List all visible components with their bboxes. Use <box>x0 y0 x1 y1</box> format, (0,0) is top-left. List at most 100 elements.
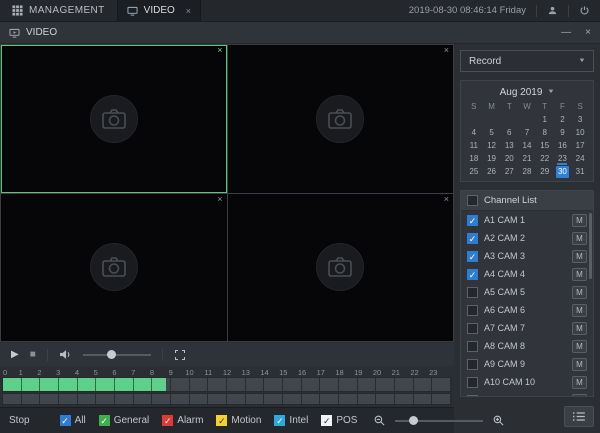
filter-checkbox[interactable]: ✓ <box>162 415 173 426</box>
timeline-cell[interactable] <box>22 378 41 391</box>
video-pane-4[interactable]: × <box>228 194 454 342</box>
tab-management[interactable]: MANAGEMENT <box>0 0 117 21</box>
channel-monitor-button[interactable]: M <box>572 232 587 245</box>
timeline-cell[interactable] <box>376 394 395 404</box>
timeline-cell[interactable] <box>115 378 134 391</box>
tab-close-icon[interactable]: × <box>186 6 191 16</box>
channel-row-4[interactable]: ✓A4 CAM 4M <box>461 265 593 283</box>
timeline-cell[interactable] <box>302 394 321 404</box>
calendar-day[interactable]: 14 <box>518 139 536 152</box>
timeline-cell[interactable] <box>3 378 22 391</box>
channel-monitor-button[interactable]: M <box>572 250 587 263</box>
channel-checkbox[interactable] <box>467 305 478 316</box>
power-icon[interactable] <box>579 5 590 16</box>
calendar-day[interactable]: 22 <box>536 152 554 165</box>
calendar-day[interactable]: 16 <box>554 139 572 152</box>
timeline-cell[interactable] <box>283 394 302 404</box>
filter-pos[interactable]: ✓POS <box>321 415 357 426</box>
timeline-cell[interactable] <box>395 378 414 391</box>
timeline-cell[interactable] <box>40 378 59 391</box>
channel-monitor-button[interactable]: M <box>572 340 587 353</box>
channel-row-5[interactable]: A5 CAM 5M <box>461 283 593 301</box>
calendar-day[interactable]: 25 <box>465 165 483 178</box>
timeline-cell[interactable] <box>414 378 433 391</box>
timeline-cell[interactable] <box>96 378 115 391</box>
timeline-cell[interactable] <box>59 394 78 404</box>
channel-monitor-button[interactable]: M <box>572 304 587 317</box>
stop-button[interactable]: ■ <box>30 350 36 360</box>
tab-video[interactable]: VIDEO × <box>117 0 201 21</box>
calendar-day[interactable]: 28 <box>518 165 536 178</box>
calendar-month-dropdown[interactable]: Aug 2019 ▼ <box>465 84 589 100</box>
timeline-cell[interactable] <box>339 394 358 404</box>
timeline-cell[interactable] <box>134 394 153 404</box>
channel-checkbox[interactable] <box>467 287 478 298</box>
calendar-day[interactable]: 21 <box>518 152 536 165</box>
calendar-day[interactable]: 12 <box>483 139 501 152</box>
calendar-day[interactable]: 19 <box>483 152 501 165</box>
timeline-cell[interactable] <box>227 394 246 404</box>
filter-checkbox[interactable]: ✓ <box>99 415 110 426</box>
calendar-day[interactable]: 8 <box>536 126 554 139</box>
calendar-day[interactable]: 29 <box>536 165 554 178</box>
calendar-day[interactable]: 11 <box>465 139 483 152</box>
timeline-cell[interactable] <box>171 378 190 391</box>
timeline-cell[interactable] <box>190 378 209 391</box>
timeline-cell[interactable] <box>96 394 115 404</box>
timeline-cell[interactable] <box>432 378 451 391</box>
timeline-cell[interactable] <box>395 394 414 404</box>
calendar-day[interactable]: 4 <box>465 126 483 139</box>
pane-close-icon[interactable]: × <box>444 45 449 55</box>
timeline-cell[interactable] <box>283 378 302 391</box>
timeline-cell[interactable] <box>320 378 339 391</box>
calendar-day[interactable]: 5 <box>483 126 501 139</box>
video-pane-2[interactable]: × <box>228 45 454 193</box>
calendar-day[interactable]: 24 <box>571 152 589 165</box>
filter-motion[interactable]: ✓Motion <box>216 415 261 426</box>
calendar-day[interactable]: 23 <box>554 152 572 165</box>
calendar-day[interactable]: 7 <box>518 126 536 139</box>
timeline-cell[interactable] <box>22 394 41 404</box>
timeline-cell[interactable] <box>339 378 358 391</box>
timeline-cell[interactable] <box>227 378 246 391</box>
timeline-cell[interactable] <box>152 378 171 391</box>
timeline-cell[interactable] <box>358 378 377 391</box>
channel-checkbox[interactable] <box>467 341 478 352</box>
timeline-cell[interactable] <box>358 394 377 404</box>
timeline-cell[interactable] <box>59 378 78 391</box>
timeline-cell[interactable] <box>246 378 265 391</box>
calendar-day[interactable]: 1 <box>536 113 554 126</box>
fullscreen-icon[interactable] <box>174 349 186 361</box>
channel-row-9[interactable]: A9 CAM 9M <box>461 355 593 373</box>
channel-monitor-button[interactable]: M <box>572 268 587 281</box>
user-icon[interactable] <box>547 5 558 16</box>
channel-monitor-button[interactable]: M <box>572 358 587 371</box>
channel-row-11[interactable]: A11 CAM 11M <box>461 391 593 396</box>
channel-monitor-button[interactable]: M <box>572 214 587 227</box>
timeline-cell[interactable] <box>171 394 190 404</box>
channel-list-scrollbar[interactable] <box>589 213 592 279</box>
timeline-cell[interactable] <box>414 394 433 404</box>
video-pane-3[interactable]: × <box>1 194 227 342</box>
channel-row-8[interactable]: A8 CAM 8M <box>461 337 593 355</box>
calendar-day[interactable]: 13 <box>500 139 518 152</box>
close-icon[interactable]: × <box>585 27 591 38</box>
timeline-cell[interactable] <box>134 378 153 391</box>
channel-checkbox[interactable]: ✓ <box>467 215 478 226</box>
channel-row-10[interactable]: A10 CAM 10M <box>461 373 593 391</box>
calendar-day[interactable]: 31 <box>571 165 589 178</box>
calendar-day[interactable]: 15 <box>536 139 554 152</box>
timeline-cell[interactable] <box>264 378 283 391</box>
channel-checkbox[interactable] <box>467 323 478 334</box>
zoom-slider-dot[interactable] <box>409 416 418 425</box>
timeline-cell[interactable] <box>190 394 209 404</box>
timeline-cell[interactable] <box>3 394 22 404</box>
channel-row-3[interactable]: ✓A3 CAM 3M <box>461 247 593 265</box>
record-type-dropdown[interactable]: Record ▼ <box>460 50 594 72</box>
volume-slider-dot[interactable] <box>107 350 116 359</box>
pane-close-icon[interactable]: × <box>217 194 222 204</box>
timeline-cell[interactable] <box>246 394 265 404</box>
timeline-cell[interactable] <box>302 378 321 391</box>
filter-general[interactable]: ✓General <box>99 415 150 426</box>
zoom-slider[interactable] <box>395 420 483 422</box>
